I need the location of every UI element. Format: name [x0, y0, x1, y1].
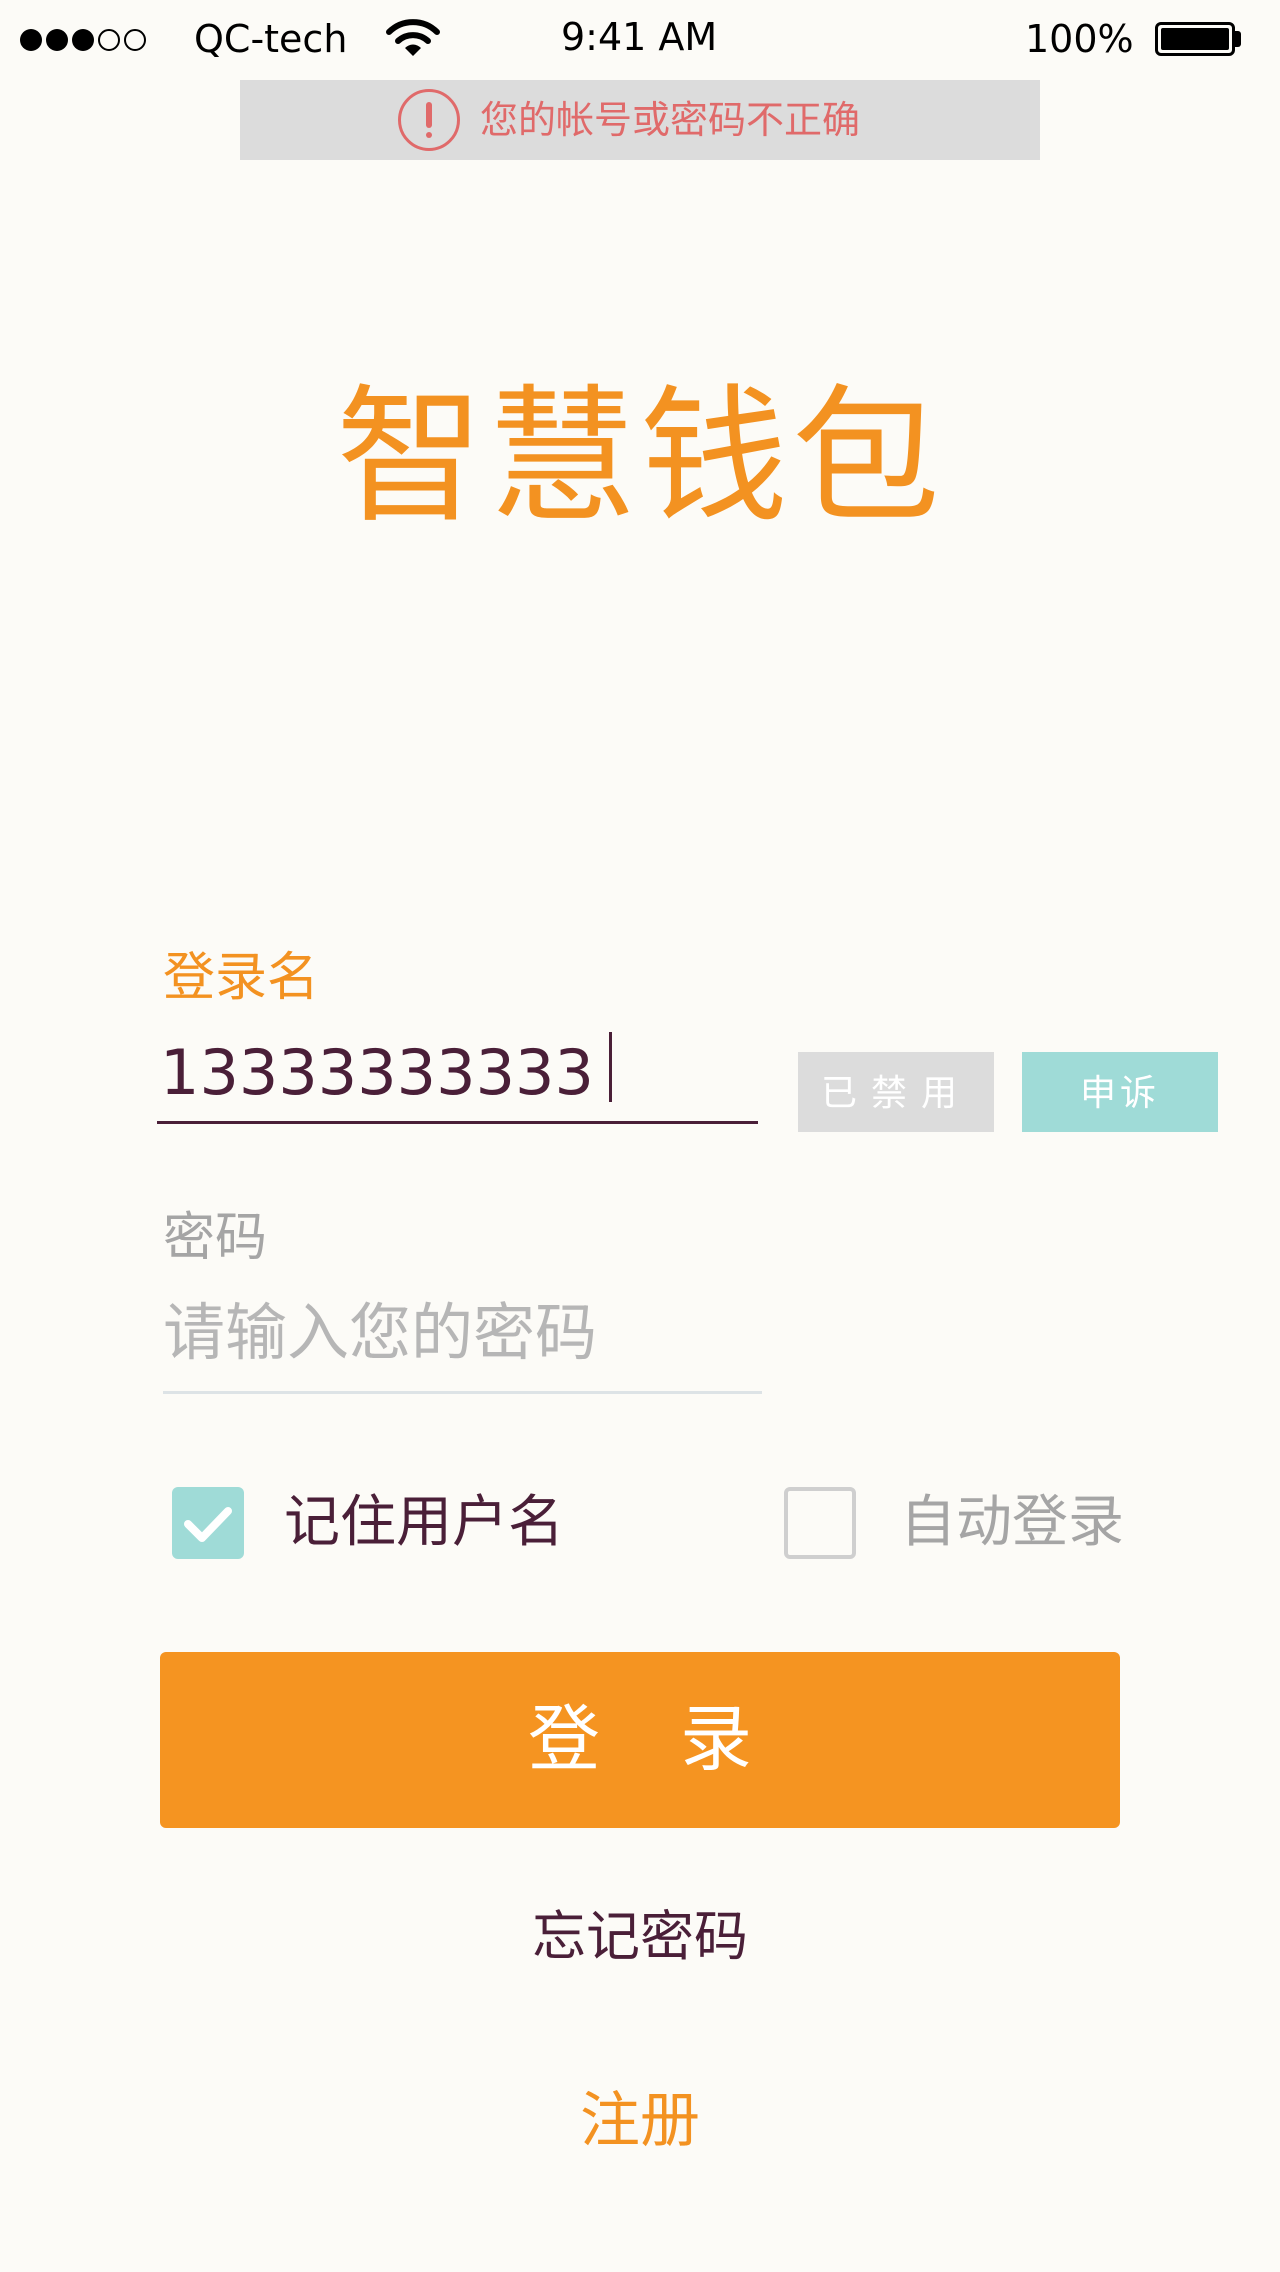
register-link[interactable]: 注册: [0, 2086, 1280, 2156]
auto-login-checkbox[interactable]: [784, 1487, 856, 1559]
password-underline: [163, 1391, 762, 1394]
alert-circle-icon: [398, 89, 460, 151]
login-button[interactable]: 登录: [160, 1652, 1120, 1828]
username-label: 登录名: [163, 948, 320, 1008]
battery-icon: [1155, 22, 1235, 56]
appeal-button[interactable]: 申诉: [1022, 1052, 1218, 1132]
signal-strength-icon: [20, 29, 146, 51]
disabled-badge-button[interactable]: 已禁用: [798, 1052, 994, 1132]
text-cursor: [609, 1032, 612, 1102]
app-title: 智慧钱包: [336, 371, 944, 543]
password-label: 密码: [163, 1208, 268, 1268]
wifi-icon: [386, 19, 440, 56]
remember-username-checkbox[interactable]: [172, 1487, 244, 1559]
carrier-name: QC-tech: [194, 17, 348, 61]
error-message: 您的帐号或密码不正确: [480, 98, 861, 142]
battery-tip: [1235, 31, 1241, 47]
username-underline: [157, 1121, 758, 1124]
checkmark-icon: [184, 1507, 232, 1542]
password-input[interactable]: [163, 1296, 757, 1368]
forgot-password-link[interactable]: 忘记密码: [0, 1905, 1280, 1969]
username-input[interactable]: 13333333333: [160, 1038, 594, 1108]
battery-percent: 100%: [1025, 17, 1134, 61]
auto-login-label[interactable]: 自动登录: [900, 1491, 1124, 1555]
remember-username-label[interactable]: 记住用户名: [284, 1491, 564, 1555]
status-time: 9:41 AM: [561, 15, 718, 59]
